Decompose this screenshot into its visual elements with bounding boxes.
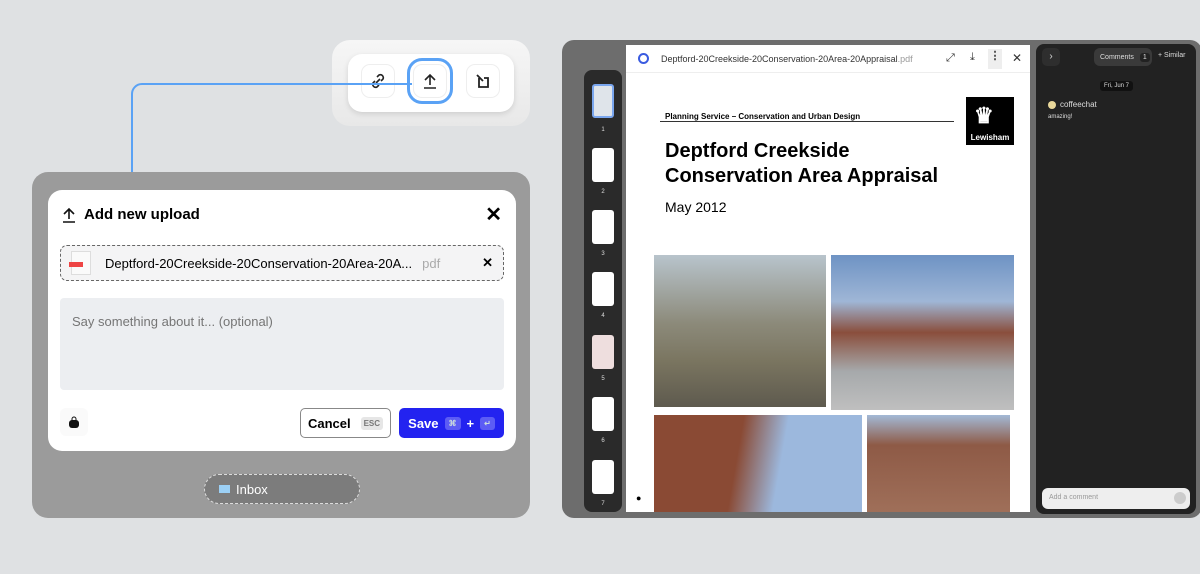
send-icon[interactable] (1174, 492, 1186, 504)
page-number: 7 (601, 501, 605, 507)
thumbnail-page-3[interactable] (592, 210, 614, 244)
thumbnail-page-5[interactable] (592, 335, 614, 369)
lock-icon (69, 416, 79, 428)
photo-warehouse (831, 255, 1014, 410)
inbox-folder-chip[interactable]: Inbox (204, 474, 360, 504)
page-number: 1 (601, 127, 605, 133)
close-icon[interactable]: ✕ (485, 202, 502, 227)
app-logo-icon (638, 53, 649, 64)
page-number: 6 (601, 438, 605, 444)
comment-count: 1 (1139, 52, 1150, 62)
lock-icon: ● (636, 493, 642, 503)
viewer-header: Deptford-20Creekside-20Conservation-20Ar… (626, 45, 1030, 73)
page-number: 4 (601, 313, 605, 319)
privacy-button[interactable] (60, 408, 88, 436)
thumbnail-page-6[interactable] (592, 397, 614, 431)
collapse-panel-icon[interactable]: › (1042, 48, 1060, 66)
thumbnail-page-7[interactable] (592, 460, 614, 494)
doc-date: May 2012 (665, 199, 727, 215)
viewer-file-name: Deptford-20Creekside-20Conservation-20Ar… (661, 53, 898, 64)
photo-flats (867, 415, 1010, 512)
expand-icon[interactable]: ⤢ (946, 52, 955, 65)
cancel-button[interactable]: Cancel ESC (300, 408, 391, 438)
comment-textarea[interactable] (60, 298, 504, 390)
inbox-label: Inbox (236, 481, 268, 497)
doc-title: Deptford Creekside Conservation Area Appr… (665, 140, 939, 187)
remove-file-icon[interactable]: ✕ (482, 255, 493, 271)
viewer-file-ext: .pdf (897, 53, 913, 64)
page-number: 3 (601, 251, 605, 257)
dialog-title: Add new upload (84, 206, 200, 223)
page-number: 2 (601, 189, 605, 195)
page-number: 5 (601, 376, 605, 382)
esc-key-hint: ESC (360, 416, 384, 430)
add-upload-dialog: Add new upload ✕ Deptford-20Creekside-20… (48, 190, 516, 451)
lewisham-logo: ♛ Lewisham (966, 97, 1014, 145)
cancel-label: Cancel (307, 415, 351, 431)
cmd-key-hint: ⌘ (444, 416, 461, 430)
doc-header: Planning Service – Conservation and Urba… (660, 112, 954, 122)
file-name: Deptford-20Creekside-20Conservation-20Ar… (105, 255, 413, 271)
save-button[interactable]: Save ⌘ + ↵ (399, 408, 504, 438)
close-viewer-icon[interactable]: ✕ (1012, 51, 1022, 65)
pdf-file-icon (69, 251, 91, 275)
photo-brick-building (654, 415, 862, 512)
add-comment-input[interactable]: Add a comment (1042, 488, 1190, 509)
page-thumbnails: 1 2 3 4 5 6 7 (584, 70, 622, 512)
avatar (1048, 100, 1056, 109)
save-label: Save (408, 415, 439, 431)
download-icon[interactable]: ⤓ (970, 51, 975, 64)
folder-icon (219, 485, 230, 493)
comment-author: coffeechat (1048, 100, 1097, 109)
thumbnail-page-2[interactable] (592, 148, 614, 182)
file-ext: pdf (422, 255, 441, 271)
upload-icon (63, 207, 75, 223)
photo-creek (654, 255, 826, 407)
pdf-page: Deptford-20Creekside-20Conservation-20Ar… (626, 45, 1030, 512)
comments-panel: › Comments 1 + Similar Fri, Jun 7 coffeec… (1036, 44, 1196, 514)
thumbnail-page-4[interactable] (592, 272, 614, 306)
connector-arrow (126, 83, 412, 182)
tab-comments[interactable]: Comments 1 (1094, 48, 1152, 66)
more-icon[interactable]: ⋮ (988, 49, 1002, 69)
attached-file: Deptford-20Creekside-20Conservation-20Ar… (60, 245, 504, 281)
thumbnail-page-1[interactable] (592, 84, 614, 118)
comment-text: amazing! (1048, 114, 1073, 120)
plus: + (466, 415, 475, 431)
enter-key-hint: ↵ (480, 416, 495, 430)
comment-date: Fri, Jun 7 (1100, 81, 1134, 91)
tab-similar[interactable]: + Similar (1158, 52, 1185, 59)
